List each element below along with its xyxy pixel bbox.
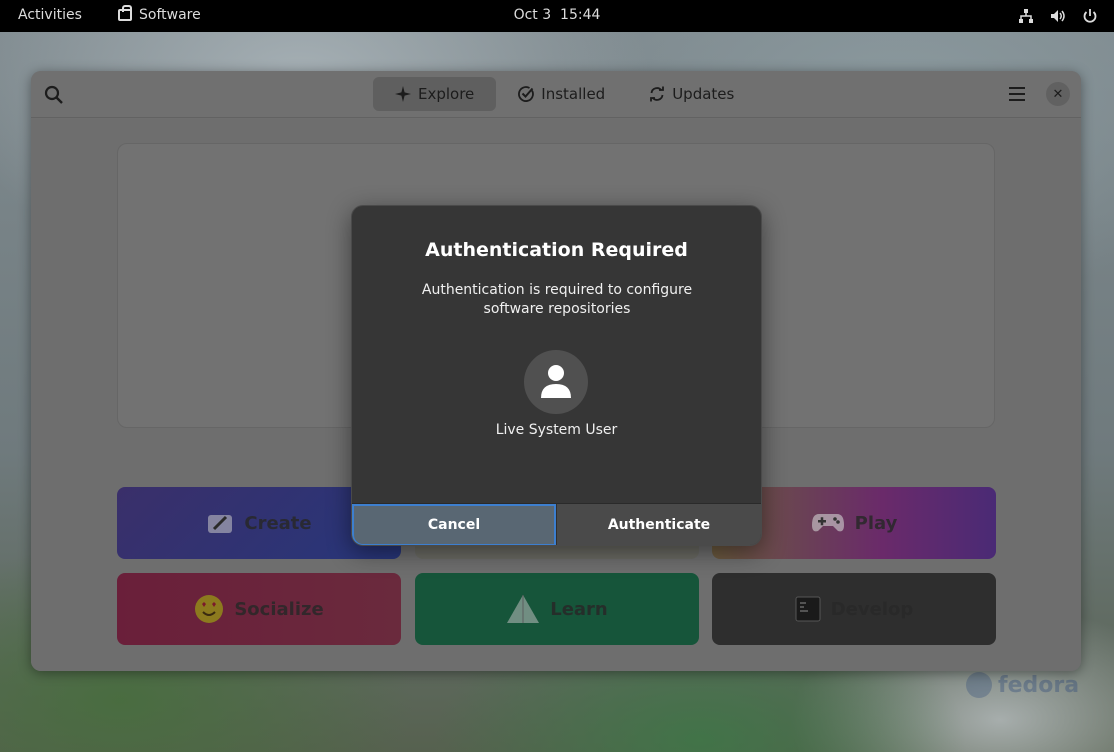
cancel-button[interactable]: Cancel bbox=[352, 504, 556, 545]
category-socialize[interactable]: Socialize bbox=[117, 573, 401, 645]
app-menu-button[interactable]: Software bbox=[118, 5, 201, 23]
dialog-message: Authentication is required to configure … bbox=[421, 282, 693, 317]
user-name: Live System User bbox=[495, 422, 618, 438]
network-icon bbox=[1019, 9, 1033, 23]
learn-icon bbox=[507, 595, 540, 623]
close-button[interactable]: ✕ bbox=[1046, 82, 1070, 106]
tab-updates[interactable]: Updates bbox=[627, 77, 756, 111]
category-develop[interactable]: Develop bbox=[712, 573, 996, 645]
hamburger-menu-icon[interactable] bbox=[1007, 85, 1027, 103]
authentication-dialog: Authentication Required Authentication i… bbox=[351, 205, 762, 546]
terminal-icon bbox=[795, 596, 821, 622]
search-icon[interactable] bbox=[43, 84, 65, 106]
power-icon bbox=[1083, 9, 1097, 23]
explore-star-icon bbox=[395, 86, 411, 102]
category-develop-label: Develop bbox=[830, 598, 914, 620]
tab-installed-label: Installed bbox=[541, 85, 606, 103]
category-learn-label: Learn bbox=[550, 598, 608, 620]
top-bar: Activities Software Oct 3 15:44 bbox=[0, 0, 1114, 32]
category-socialize-label: Socialize bbox=[234, 598, 324, 620]
create-icon bbox=[208, 515, 233, 533]
dialog-button-row: Cancel Authenticate bbox=[352, 503, 761, 545]
emoji-icon bbox=[195, 595, 224, 623]
header-bar: Explore Installed Updates ✕ bbox=[31, 71, 1081, 118]
system-status-area[interactable] bbox=[1018, 8, 1098, 24]
category-play-label: Play bbox=[854, 512, 898, 534]
tab-explore[interactable]: Explore bbox=[373, 77, 497, 111]
checkmark-circle-icon bbox=[518, 86, 535, 102]
category-create-label: Create bbox=[244, 512, 312, 534]
close-icon: ✕ bbox=[1052, 86, 1064, 102]
software-bag-icon bbox=[118, 5, 132, 21]
tab-updates-label: Updates bbox=[672, 85, 735, 103]
volume-icon bbox=[1051, 10, 1065, 22]
avatar bbox=[524, 350, 588, 414]
refresh-icon bbox=[650, 86, 665, 102]
tab-explore-label: Explore bbox=[418, 85, 475, 103]
dialog-title: Authentication Required bbox=[425, 239, 688, 261]
fedora-logo-icon bbox=[966, 672, 992, 698]
tab-installed[interactable]: Installed bbox=[496, 77, 627, 111]
app-menu-label: Software bbox=[139, 7, 201, 23]
gamepad-icon bbox=[811, 514, 844, 532]
authenticate-button[interactable]: Authenticate bbox=[556, 504, 761, 545]
fedora-watermark: fedora bbox=[966, 672, 1079, 698]
user-icon bbox=[541, 365, 571, 398]
activities-button[interactable]: Activities bbox=[18, 7, 82, 23]
category-learn[interactable]: Learn bbox=[415, 573, 699, 645]
view-switcher: Explore Installed Updates bbox=[373, 77, 756, 111]
clock[interactable]: Oct 3 15:44 bbox=[514, 7, 601, 23]
fedora-watermark-text: fedora bbox=[998, 672, 1080, 698]
